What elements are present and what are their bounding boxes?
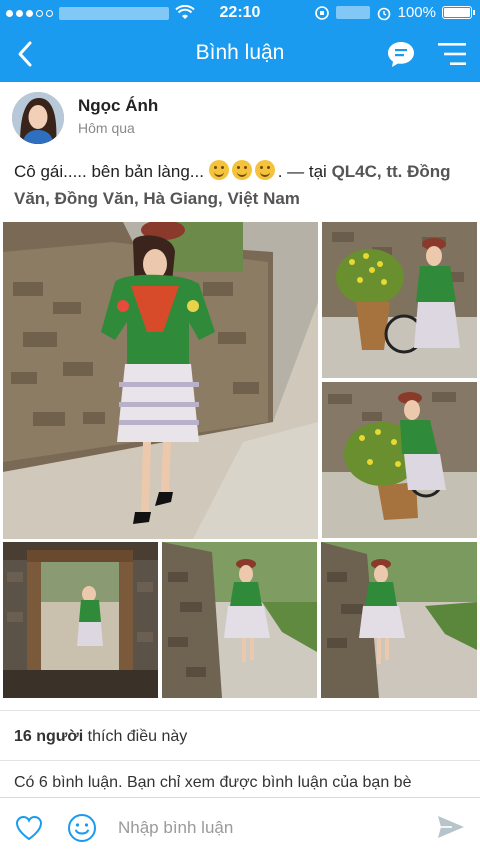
battery-percent: 100% (397, 4, 436, 21)
likes-text: thích điều này (83, 728, 188, 745)
status-bar: 22:10 100% (0, 0, 480, 26)
divider (0, 760, 480, 761)
author-name[interactable]: Ngọc Ánh (78, 96, 158, 116)
smiling-emoji-icon (254, 160, 275, 180)
post-photo-main[interactable] (3, 222, 318, 539)
caption-text: Cô gái..... bên bản làng... (14, 162, 204, 181)
rotation-lock-icon (314, 5, 329, 20)
comment-bar (0, 797, 480, 855)
nav-bar: Bình luận (0, 26, 480, 82)
caption-separator: . — tại (277, 162, 327, 181)
smiling-emoji-icon (208, 160, 229, 180)
post-photo-6[interactable] (321, 542, 477, 698)
post-time: Hôm qua (78, 120, 135, 136)
send-icon[interactable] (436, 813, 466, 841)
battery-icon (442, 6, 475, 19)
post-photo-3[interactable] (322, 382, 477, 538)
comments-info: Có 6 bình luận. Bạn chỉ xem được bình lu… (14, 774, 412, 791)
alarm-icon (377, 7, 390, 20)
likes-summary[interactable]: 16 người thích điều này (14, 728, 187, 746)
divider (0, 710, 480, 711)
chat-bubble-icon[interactable] (386, 39, 416, 69)
post-caption: Cô gái..... bên bản làng... . — tại QL4C… (14, 158, 470, 212)
menu-icon[interactable] (438, 41, 466, 67)
likes-count[interactable]: 16 người (14, 728, 83, 745)
heart-icon[interactable] (14, 814, 44, 842)
location-link[interactable]: QL4C, tt. (332, 162, 403, 181)
comment-input[interactable] (118, 812, 418, 844)
emoji-icon[interactable] (67, 813, 97, 843)
status-right: 100% (314, 4, 475, 21)
post-photo-4[interactable] (3, 542, 158, 698)
post-photo-5[interactable] (162, 542, 317, 698)
avatar[interactable] (12, 92, 64, 144)
smiling-emoji-icon (231, 160, 252, 180)
post-photo-2[interactable] (322, 222, 477, 378)
blurred-indicator (335, 6, 370, 19)
